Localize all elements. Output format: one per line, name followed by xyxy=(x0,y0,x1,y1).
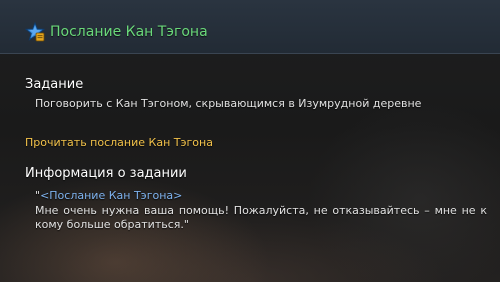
task-description: Поговорить с Кан Тэгоном, скрывающимся в… xyxy=(35,97,422,110)
letter-title-line: "<Послание Кан Тэгона> xyxy=(35,189,487,204)
quest-star-icon xyxy=(24,21,46,42)
quest-info-panel: Послание Кан Тэгона Задание Поговорить с… xyxy=(0,0,500,282)
quest-title: Послание Кан Тэгона xyxy=(50,24,208,40)
letter-body: Мне очень нужна ваша помощь! Пожалуйста,… xyxy=(35,203,487,232)
task-heading: Задание xyxy=(25,77,84,92)
quest-info-heading: Информация о задании xyxy=(25,166,187,181)
quest-letter: "<Послание Кан Тэгона> Мне очень нужна в… xyxy=(35,189,487,233)
quest-header: Послание Кан Тэгона xyxy=(0,0,500,54)
read-letter-link[interactable]: Прочитать послание Кан Тэгона xyxy=(25,136,213,150)
letter-title: <Послание Кан Тэгона> xyxy=(40,189,183,202)
